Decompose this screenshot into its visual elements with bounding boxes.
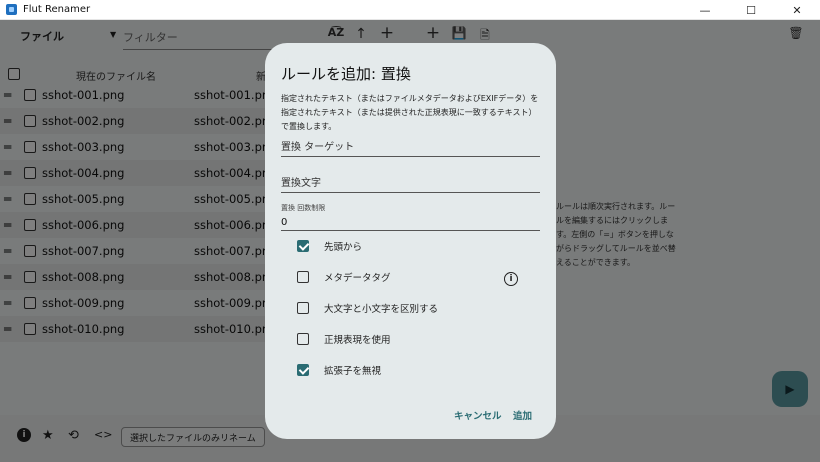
replace-count-label: 置換 回数制限 xyxy=(281,204,326,212)
title-bar: Flut Renamer — ☐ ✕ xyxy=(0,0,820,20)
maximize-button[interactable]: ☐ xyxy=(728,0,774,20)
option-label: 先頭から xyxy=(324,242,363,253)
option-label: 拡張子を無視 xyxy=(324,366,382,377)
option-checkbox[interactable] xyxy=(297,333,309,345)
replace-count-field[interactable]: 置換 回数制限 0 xyxy=(281,204,540,231)
option-row[interactable]: メタデータタグ xyxy=(297,267,391,287)
option-checkbox[interactable] xyxy=(297,240,309,252)
replace-target-field[interactable]: 置換 ターゲット xyxy=(281,135,540,157)
replace-count-value: 0 xyxy=(281,217,288,228)
replacement-field[interactable]: 置換文字 xyxy=(281,171,540,193)
option-row[interactable]: 先頭から xyxy=(297,236,362,256)
option-row[interactable]: 正規表現を使用 xyxy=(297,329,391,349)
option-label: 正規表現を使用 xyxy=(324,335,391,346)
option-row[interactable]: 拡張子を無視 xyxy=(297,360,381,380)
add-rule-dialog: ルールを追加: 置換 指定されたテキスト（またはファイルメタデータおよびEXIF… xyxy=(265,43,556,439)
option-checkbox[interactable] xyxy=(297,364,309,376)
dialog-title: ルールを追加: 置換 xyxy=(281,65,411,83)
replace-target-label: 置換 ターゲット xyxy=(281,142,355,153)
option-checkbox[interactable] xyxy=(297,271,309,283)
option-label: メタデータタグ xyxy=(324,273,391,284)
cancel-button[interactable]: キャンセル xyxy=(454,408,502,422)
app-icon xyxy=(6,4,17,15)
replacement-label: 置換文字 xyxy=(281,178,321,189)
add-button[interactable]: 追加 xyxy=(513,408,532,422)
metadata-info-icon[interactable]: i xyxy=(504,272,518,286)
option-row[interactable]: 大文字と小文字を区別する xyxy=(297,298,438,318)
option-label: 大文字と小文字を区別する xyxy=(324,304,439,315)
minimize-button[interactable]: — xyxy=(682,0,728,20)
window-title: Flut Renamer xyxy=(23,4,91,15)
dialog-description: 指定されたテキスト（またはファイルメタデータおよびEXIFデータ）を指定されたテ… xyxy=(281,94,539,131)
window-controls: — ☐ ✕ xyxy=(682,0,820,20)
close-button[interactable]: ✕ xyxy=(774,0,820,20)
option-checkbox[interactable] xyxy=(297,302,309,314)
